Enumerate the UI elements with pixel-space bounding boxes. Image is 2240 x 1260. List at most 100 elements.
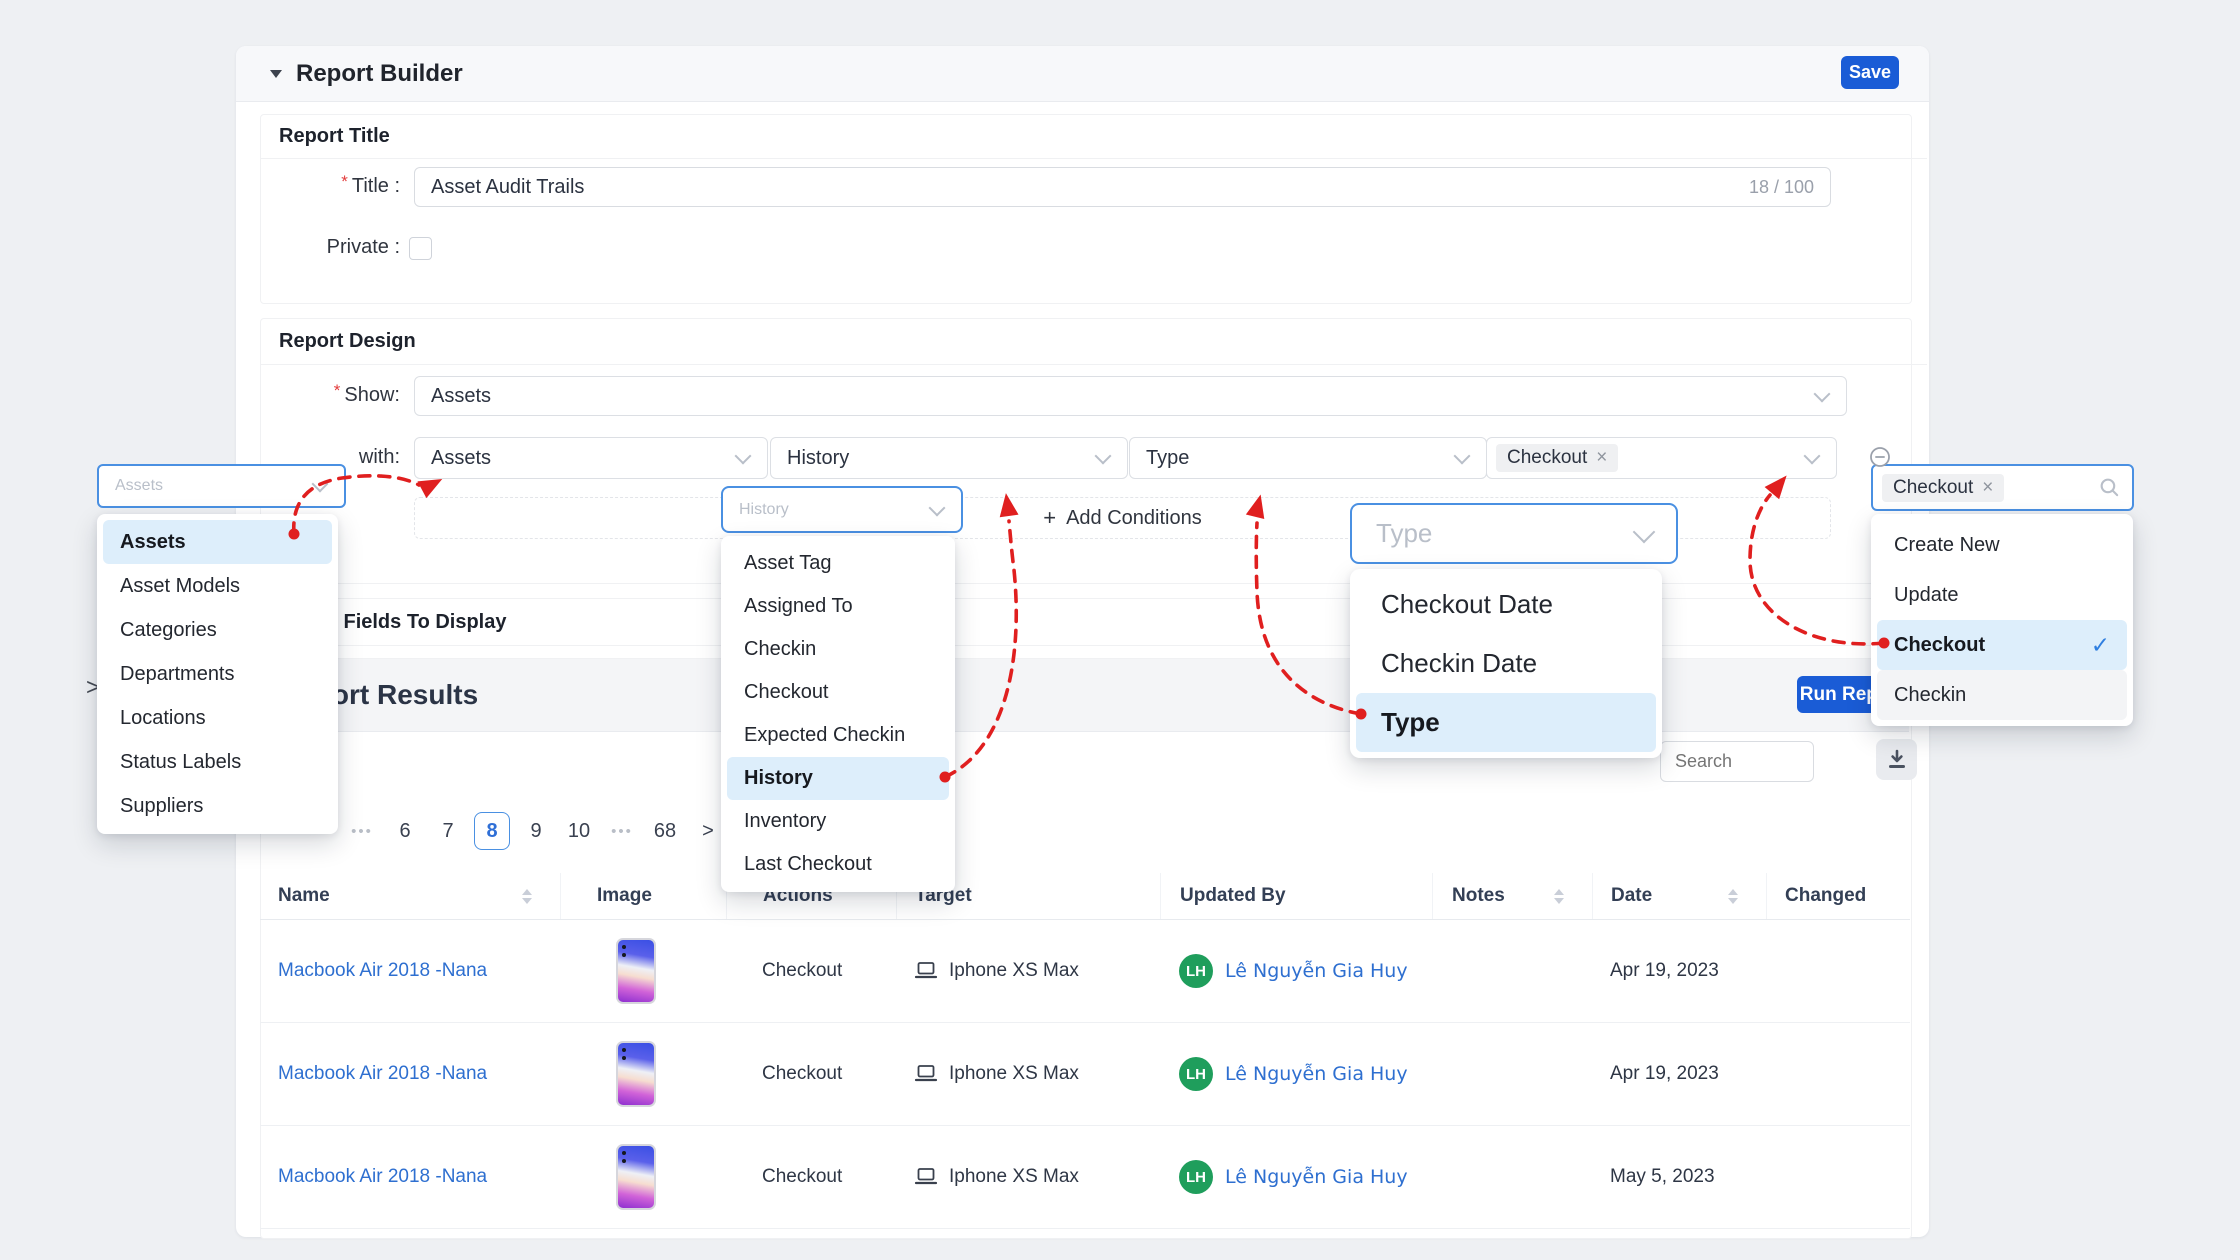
- pagination-ellipsis-left[interactable]: •••: [345, 813, 379, 849]
- dropdown-item[interactable]: Suppliers: [103, 784, 332, 828]
- notes-cell: [1432, 920, 1592, 1022]
- show-select[interactable]: Assets: [414, 376, 1847, 416]
- pagination-page-8-active[interactable]: 8: [474, 812, 510, 850]
- table-row: Macbook Air 2018 -Nana Checkout Iphone X…: [260, 1023, 1910, 1126]
- changed-cell: [1766, 1023, 1910, 1125]
- notes-cell: [1432, 1126, 1592, 1228]
- plus-icon: +: [1043, 505, 1056, 531]
- dropdown-item[interactable]: Last Checkout: [727, 843, 949, 886]
- dropdown-item[interactable]: Update: [1877, 570, 2127, 620]
- history-combobox[interactable]: History: [721, 486, 963, 533]
- results-table: Name Image Actions Target Updated By Not…: [260, 873, 1910, 1229]
- search-icon: [2099, 477, 2120, 498]
- remove-tag-icon[interactable]: ×: [1596, 447, 1607, 469]
- private-checkbox[interactable]: [409, 237, 432, 260]
- report-builder-screen: > Report Builder Save Report Title * Tit…: [0, 0, 2240, 1260]
- sort-icon[interactable]: [522, 889, 532, 904]
- pagination-page-6[interactable]: 6: [388, 813, 422, 849]
- page-title: Report Builder: [296, 60, 463, 88]
- title-label: * Title :: [250, 167, 400, 205]
- dropdown-item[interactable]: Inventory: [727, 800, 949, 843]
- changed-cell: [1766, 920, 1910, 1022]
- chevron-down-icon: [929, 499, 946, 516]
- asset-thumbnail[interactable]: [616, 1041, 656, 1107]
- checkout-dropdown: Create New Update Checkout ✓ Checkin: [1871, 514, 2133, 726]
- chevron-down-icon: [312, 476, 329, 493]
- title-input-wrap: 18 / 100: [414, 167, 1831, 207]
- report-design-heading: Report Design: [261, 318, 1927, 365]
- laptop-icon: [914, 1064, 938, 1084]
- dropdown-item[interactable]: Assigned To: [727, 585, 949, 628]
- user-link[interactable]: Lê Nguyễn Gia Huy: [1225, 1063, 1408, 1085]
- pagination-page-last[interactable]: 68: [648, 813, 682, 849]
- user-link[interactable]: Lê Nguyễn Gia Huy: [1225, 960, 1408, 982]
- column-header-date[interactable]: Date: [1592, 873, 1766, 919]
- dropdown-item[interactable]: Assets: [103, 520, 332, 564]
- dropdown-item[interactable]: Type: [1356, 693, 1656, 752]
- dropdown-item[interactable]: Checkout: [727, 671, 949, 714]
- sort-icon[interactable]: [1554, 889, 1564, 904]
- select-fields-heading: Select Fields To Display: [260, 598, 1930, 646]
- download-button[interactable]: [1876, 739, 1917, 780]
- pagination-ellipsis-right[interactable]: •••: [605, 813, 639, 849]
- asset-name-link[interactable]: Macbook Air 2018 -Nana: [278, 1166, 487, 1188]
- asset-name-link[interactable]: Macbook Air 2018 -Nana: [278, 960, 487, 982]
- remove-row-minus-icon[interactable]: [1869, 446, 1891, 468]
- checkout-combobox[interactable]: Checkout ×: [1871, 464, 2134, 511]
- pagination-next[interactable]: >: [691, 813, 725, 849]
- dropdown-item[interactable]: Departments: [103, 652, 332, 696]
- date-cell: May 5, 2023: [1592, 1126, 1766, 1228]
- with-select-checkout[interactable]: Checkout ×: [1486, 437, 1837, 479]
- column-header-notes[interactable]: Notes: [1432, 873, 1592, 919]
- title-input[interactable]: [415, 176, 1830, 199]
- sort-icon[interactable]: [1728, 889, 1738, 904]
- avatar: LH: [1179, 1160, 1213, 1194]
- column-header-name[interactable]: Name: [260, 873, 560, 919]
- dropdown-item[interactable]: History: [727, 757, 949, 800]
- column-header-image: Image: [560, 873, 726, 919]
- dropdown-item[interactable]: Checkout ✓: [1877, 620, 2127, 670]
- collapse-caret-icon[interactable]: [270, 70, 282, 78]
- user-link[interactable]: Lê Nguyễn Gia Huy: [1225, 1166, 1408, 1188]
- show-label: * Show:: [250, 376, 400, 414]
- action-cell: Checkout: [762, 1063, 842, 1085]
- changed-cell: [1766, 1126, 1910, 1228]
- dropdown-item[interactable]: Checkin: [727, 628, 949, 671]
- assets-combobox[interactable]: Assets: [97, 464, 346, 508]
- column-header-changed: Changed: [1766, 873, 1910, 919]
- dropdown-item[interactable]: Create New: [1877, 520, 2127, 570]
- private-label: Private :: [250, 237, 400, 258]
- search-input[interactable]: [1661, 751, 1813, 772]
- dropdown-item[interactable]: Asset Tag: [727, 542, 949, 585]
- dropdown-item[interactable]: Expected Checkin: [727, 714, 949, 757]
- dropdown-item[interactable]: Checkout Date: [1356, 575, 1656, 634]
- remove-tag-icon[interactable]: ×: [1982, 477, 1993, 499]
- required-asterisk: *: [341, 172, 348, 192]
- pagination-page-9[interactable]: 9: [519, 813, 553, 849]
- asset-name-link[interactable]: Macbook Air 2018 -Nana: [278, 1063, 487, 1085]
- target-cell: Iphone XS Max: [949, 960, 1079, 982]
- save-button[interactable]: Save: [1841, 56, 1899, 89]
- with-select-type[interactable]: Type: [1129, 437, 1487, 479]
- pagination-page-7[interactable]: 7: [431, 813, 465, 849]
- asset-thumbnail[interactable]: [616, 938, 656, 1004]
- with-select-history[interactable]: History: [770, 437, 1128, 479]
- char-counter: 18 / 100: [1749, 177, 1814, 198]
- asset-thumbnail[interactable]: [616, 1144, 656, 1210]
- dropdown-item[interactable]: Checkin: [1877, 670, 2127, 720]
- table-row: Macbook Air 2018 -Nana Checkout Iphone X…: [260, 920, 1910, 1023]
- with-select-assets[interactable]: Assets: [414, 437, 768, 479]
- dropdown-item[interactable]: Checkin Date: [1356, 634, 1656, 693]
- pagination-page-10[interactable]: 10: [562, 813, 596, 849]
- table-row: Macbook Air 2018 -Nana Checkout Iphone X…: [260, 1126, 1910, 1229]
- dropdown-item[interactable]: Asset Models: [103, 564, 332, 608]
- type-combobox[interactable]: Type: [1350, 503, 1678, 564]
- card-header: Report Builder: [236, 46, 1929, 102]
- chevron-down-icon: [1804, 448, 1821, 465]
- checkout-tag: Checkout ×: [1882, 474, 2004, 502]
- dropdown-item[interactable]: Status Labels: [103, 740, 332, 784]
- assets-dropdown: Assets Asset Models Categories Departmen…: [97, 514, 338, 834]
- dropdown-item[interactable]: Categories: [103, 608, 332, 652]
- avatar: LH: [1179, 1057, 1213, 1091]
- dropdown-item[interactable]: Locations: [103, 696, 332, 740]
